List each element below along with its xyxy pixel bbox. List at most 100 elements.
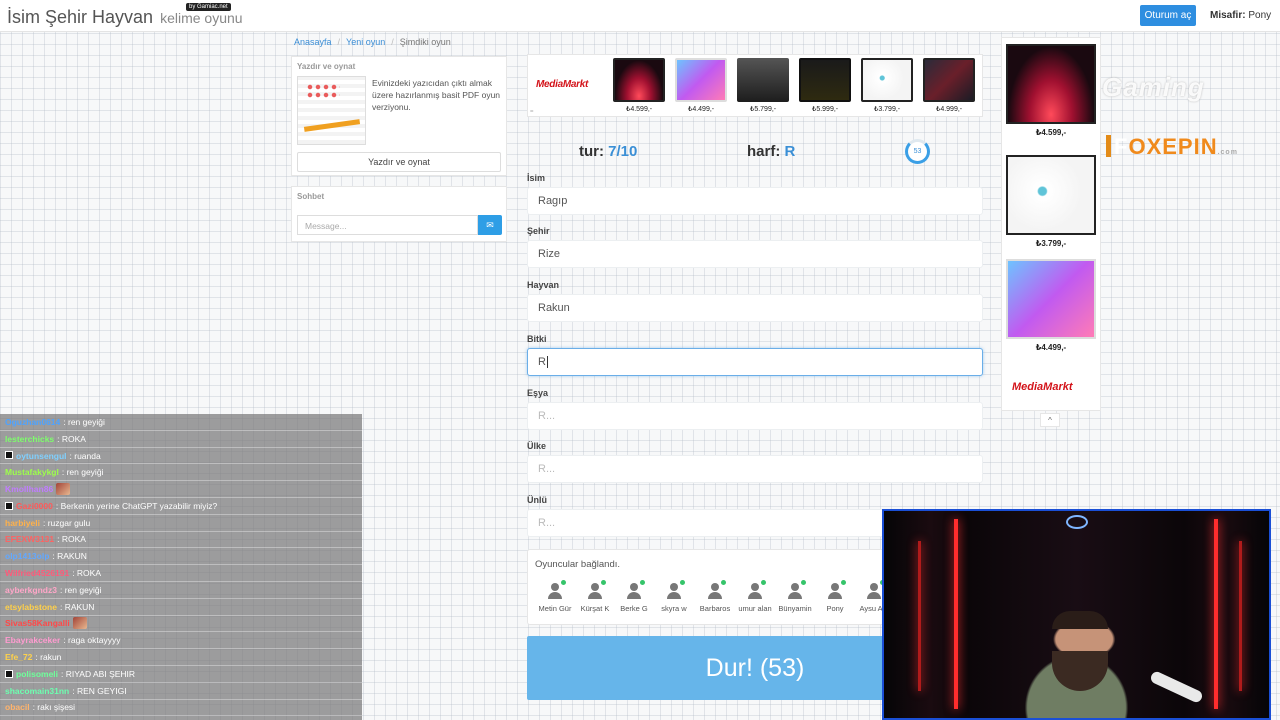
chat-line: polisomeli: RIYAD ABI ŞEHIR [0,666,362,683]
chat-line: shacomain31nn: REN GEYIGI [0,683,362,700]
player-name: Berke G [620,604,648,613]
print-and-play-button[interactable]: Yazdır ve oynat [297,152,501,172]
breadcrumb-current: Şimdiki oyun [399,37,451,47]
player-name: Pony [826,604,844,613]
chat-username: shacomain31nn [5,685,70,696]
field-label-sehir: Şehir [527,226,550,236]
ad-price: ₺3.799,- [1035,239,1067,248]
site-title: İsim Şehir Hayvan [7,7,154,27]
player[interactable]: Bünyamin [775,580,815,613]
player[interactable]: skyra w [654,580,694,613]
login-button[interactable]: Oturum aç [1140,5,1196,26]
chat-message: : ROKA [57,534,86,545]
ad-info-icon[interactable]: = [530,109,534,115]
user-icon [547,580,566,599]
chat-username: harbiyeli [5,517,40,528]
players-status: Oyuncular bağlandı. [535,559,621,570]
field-ulke[interactable]: R... [527,455,983,483]
chat-message: : ren geyiği [63,416,105,427]
field-bitki[interactable]: R [527,348,983,376]
player[interactable]: Berke G [614,580,654,613]
ad-price: ₺4.499,- [687,106,715,113]
field-hayvan[interactable]: Rakun [527,294,983,322]
field-bitki-value: R [538,356,546,368]
user-icon [666,580,685,599]
chat-message: : Berkenin yerine ChatGPT yazabilir miyi… [55,500,218,511]
chat-panel: Sohbet Message... ✉ [291,186,507,242]
ad-price: ₺4.999,- [935,106,963,113]
round-indicator: tur: 7/10 [579,143,637,160]
guest-user[interactable]: Misafir: Pony [1210,10,1271,21]
ad-banner-top[interactable]: MediaMarkt ₺4.599,- ₺4.499,- ₺5.799,- ₺5… [527,54,983,117]
chat-message: : RIYAD ABI ŞEHIR [61,668,136,679]
chat-username: olp1413olp [5,551,50,562]
ad-product[interactable]: ₺3.799,- [860,58,914,113]
print-thumbnail[interactable] [297,76,366,145]
chat-line: Gazi0000: Berkenin yerine ChatGPT yazabi… [0,498,362,515]
chat-message-input[interactable]: Message... [297,215,478,235]
user-icon [626,580,645,599]
ad-product[interactable]: ₺4.999,- [922,58,976,113]
chat-badge-icon [5,451,13,460]
speech-bubble-icon: ✉ [486,219,494,230]
chat-message: : RAKUN [52,551,87,562]
breadcrumb-separator: / [337,37,341,47]
field-label-unlu: Ünlü [527,495,547,505]
breadcrumb-new-game[interactable]: Yeni oyun [346,37,385,47]
chat-line: oytunsengul: ruanda [0,448,362,465]
field-esya[interactable]: R... [527,402,983,430]
ad-product[interactable]: ₺5.799,- [736,58,790,113]
ad-product[interactable]: ₺4.599,- [1006,44,1096,137]
chat-line: Sivas58Kangalli [0,616,362,633]
sponsor-logo-foxepin: FOXEPIN.com [1106,134,1238,160]
breadcrumb-home[interactable]: Anasayfa [294,37,332,47]
chat-username: Gazi0000 [16,500,53,511]
field-label-ulke: Ülke [527,441,547,451]
ad-product[interactable]: ₺5.999,- [798,58,852,113]
ad-banner-side[interactable]: ₺4.599,- ₺3.799,- ₺4.499,- MediaMarkt [1001,37,1101,411]
player[interactable]: Pony [815,580,855,613]
user-icon [866,580,885,599]
chat-message: : rakun [35,652,62,663]
streamer-beard [1052,651,1108,691]
collapse-ad-button[interactable]: ^ [1040,413,1060,427]
pencil-icon [303,119,361,132]
chat-send-button[interactable]: ✉ [478,215,502,235]
microphone-icon [1149,669,1204,705]
monitor-image [923,58,975,102]
player[interactable]: Kürşat K [575,580,615,613]
chat-message: : ruzgar gulu [42,517,91,528]
field-label-isim: İsim [527,173,546,183]
countdown-timer: 53 [905,139,930,164]
logo-bar [1106,135,1111,157]
logo-suffix: .com [1217,149,1238,156]
monitor-image [613,58,665,102]
monitor-image [1006,259,1096,339]
ad-product[interactable]: ₺4.599,- [612,58,666,113]
chat-badge-icon [5,669,13,678]
chat-line: Kmollhan86 [0,481,362,498]
chat-username: Kmollhan86 [5,484,54,495]
chat-line: Wilfried4526191: ROKA [0,565,362,582]
chat-username: Oguzhan0614 [5,416,61,427]
chat-panel-title: Sohbet [297,192,325,201]
logo-prefix: F [1114,134,1129,159]
chat-message: : ren geyiği [61,467,104,478]
site-subtitle: kelime oyunu [160,10,243,26]
top-navbar: İsim Şehir Hayvan kelime oyunu by Gamiac… [0,0,1280,32]
field-sehir[interactable]: Rize [527,240,983,268]
player[interactable]: Barbaros [695,580,735,613]
player[interactable]: umur alan [735,580,775,613]
chat-line: ayberkgndz3: ren geyiği [0,582,362,599]
ad-product[interactable]: ₺3.799,- [1006,155,1096,248]
chat-message: : ruanda [69,450,101,461]
player-name: umur alan [738,604,772,613]
player[interactable]: Metin Gür [535,580,575,613]
user-icon [787,580,806,599]
ad-price: ₺4.499,- [1035,343,1067,352]
field-isim[interactable]: Ragıp [527,187,983,215]
ad-product[interactable]: ₺4.499,- [674,58,728,113]
emote-icon [56,483,71,496]
ad-product[interactable]: ₺4.499,- [1006,259,1096,352]
by-badge: by Gamiac.net [186,3,231,11]
